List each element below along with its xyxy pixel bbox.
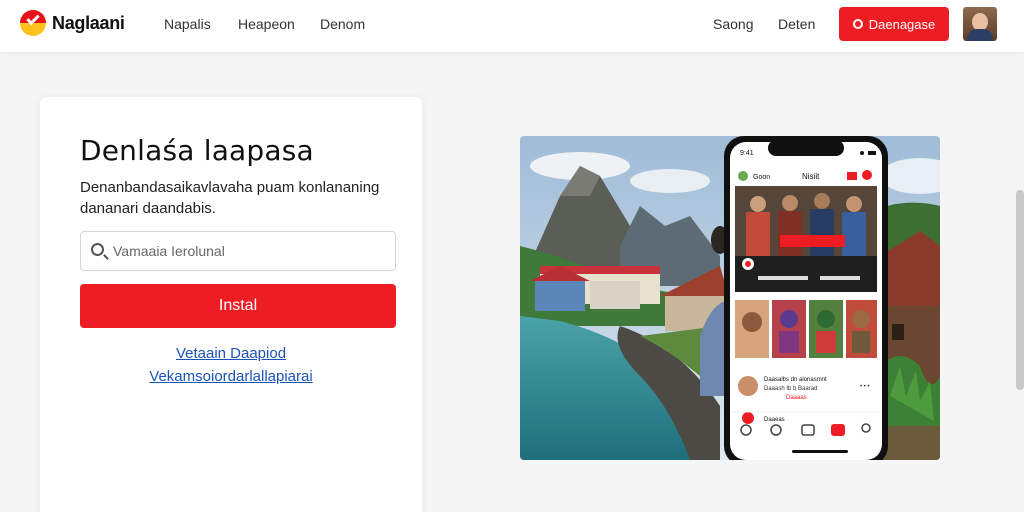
card-title: Denlaśa laapasa: [80, 134, 314, 167]
nav-link-deten[interactable]: Deten: [778, 16, 815, 32]
phone-mockup: 9:41 Goon Nisiit Daasalbs dn alonasmnt D…: [724, 136, 888, 460]
search-box[interactable]: [80, 231, 396, 271]
logo[interactable]: Naglaani: [20, 10, 125, 36]
link-primary[interactable]: Vetaain Daapiod: [40, 345, 422, 362]
search-icon: [91, 243, 104, 256]
nav-link-denom[interactable]: Denom: [320, 16, 365, 32]
avatar[interactable]: [963, 7, 997, 41]
logo-icon: [20, 10, 46, 36]
page-scrollbar[interactable]: [1016, 190, 1024, 390]
nav-link-heapeon[interactable]: Heapeon: [238, 16, 295, 32]
link-secondary[interactable]: Vekamsoiordarlallapiarai: [40, 368, 422, 385]
logo-text: Naglaani: [52, 12, 125, 33]
app-label: Goon: [753, 174, 770, 181]
install-card: Denlaśa laapasa Denanbandasaikavlavaha p…: [40, 97, 422, 512]
list-item-title: Daasalbs dn alonasmnt: [764, 377, 827, 383]
inbox-icon: [831, 424, 845, 436]
nav-link-saong[interactable]: Saong: [713, 16, 753, 32]
header-cta-button[interactable]: Daenagase: [839, 7, 949, 41]
top-nav: Naglaani Napalis Heapeon Denom Saong Det…: [0, 0, 1024, 52]
svg-text:• • •: • • •: [860, 384, 870, 390]
search-input[interactable]: [113, 232, 389, 270]
header-cta-label: Daenagase: [868, 16, 936, 32]
list-item-sub: Daaash Ib b Baarad: [764, 386, 817, 392]
nav-link-napalis[interactable]: Napalis: [164, 16, 211, 32]
list-item-meta: Daaaas: [786, 395, 807, 401]
hero-image: 9:41 Goon Nisiit Daasalbs dn alonasmnt D…: [520, 136, 940, 460]
list-item-title-2: Daaeas: [764, 417, 785, 423]
svg-text:9:41: 9:41: [740, 150, 754, 157]
install-button[interactable]: Instal: [80, 284, 396, 328]
app-title: Nisiit: [802, 172, 820, 181]
location-pin-icon: [852, 19, 863, 29]
card-description: Denanbandasaikavlavaha puam konlananing …: [80, 179, 380, 217]
